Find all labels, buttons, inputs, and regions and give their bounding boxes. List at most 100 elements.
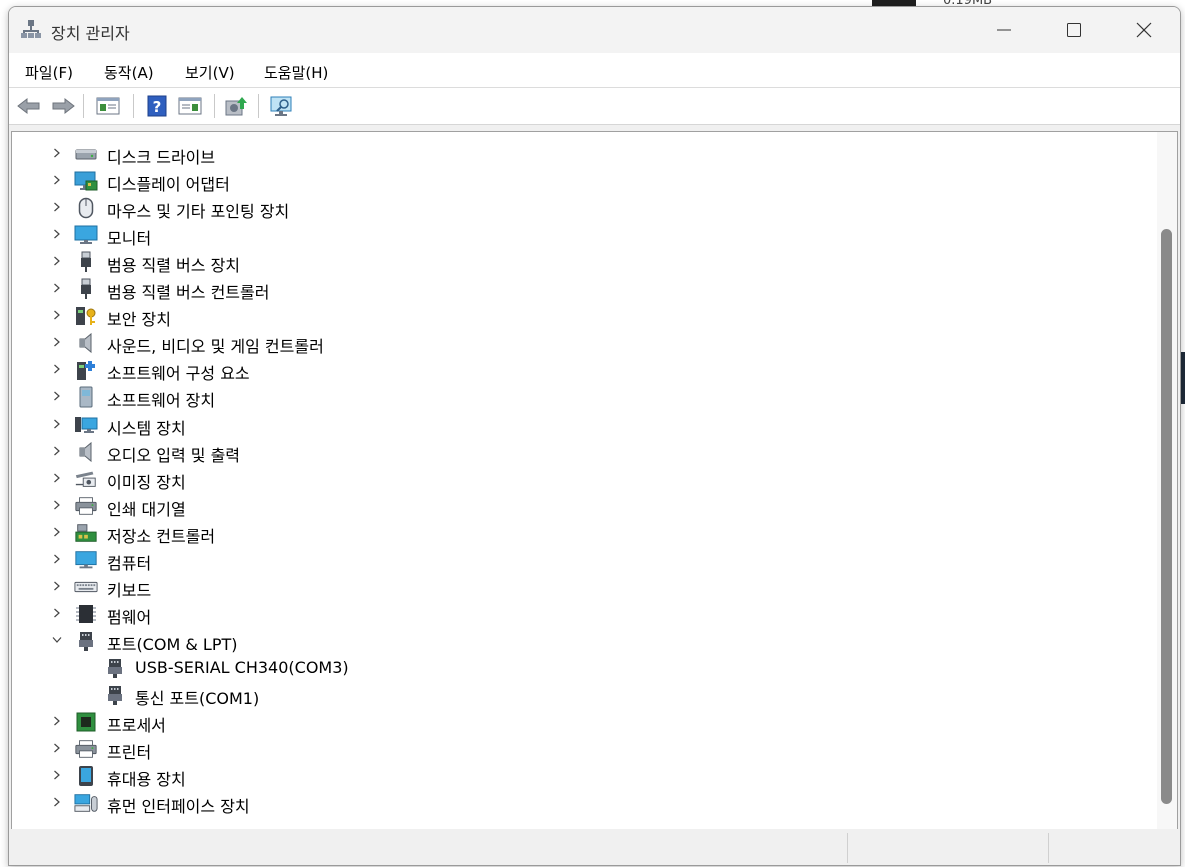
tree-item-label: 펌웨어	[107, 607, 152, 627]
tree-item-label: 디스크 드라이브	[107, 148, 216, 167]
chevron-right-icon[interactable]	[50, 444, 64, 458]
forward-arrow-icon	[52, 97, 75, 115]
vertical-scrollbar[interactable]	[1157, 132, 1177, 829]
update-driver-icon	[225, 97, 247, 116]
tree-category[interactable]: 소프트웨어 장치	[12, 384, 1152, 411]
show-hide-console-tree-button[interactable]	[95, 94, 121, 118]
scrollbar-thumb[interactable]	[1161, 229, 1172, 804]
back-button[interactable]	[16, 94, 42, 118]
help-icon: ?	[147, 95, 167, 117]
tree-item-label: 저장소 컨트롤러	[107, 526, 216, 546]
firmware-chip-icon	[74, 603, 98, 625]
chevron-right-icon[interactable]	[50, 362, 64, 376]
tree-category[interactable]: 펌웨어	[12, 601, 1152, 628]
tree-category[interactable]: 범용 직렬 버스 컨트롤러	[12, 276, 1152, 303]
tree-item-label: 사운드, 비디오 및 게임 컨트롤러	[107, 337, 324, 357]
tree-category[interactable]: 이미징 장치	[12, 466, 1152, 493]
properties-pane-button[interactable]	[177, 94, 203, 118]
toolbar-separator	[133, 94, 134, 118]
forward-button[interactable]	[50, 94, 76, 118]
tree-item-label: 소프트웨어 구성 요소	[107, 364, 250, 384]
chevron-right-icon[interactable]	[50, 579, 64, 593]
chevron-right-icon[interactable]	[50, 417, 64, 431]
device-tree[interactable]: 디스크 드라이브 디스플레이 어댑터 마우스 및 기타 포인팅 장치 모니터범용 직렬…	[11, 131, 1178, 830]
tree-category[interactable]: 프로세서	[12, 709, 1152, 736]
chevron-right-icon[interactable]	[50, 606, 64, 620]
chevron-right-icon[interactable]	[50, 768, 64, 782]
tree-device[interactable]: USB-SERIAL CH340(COM3)	[12, 655, 1152, 682]
tree-category[interactable]: 디스플레이 어댑터	[12, 168, 1152, 195]
maximize-button[interactable]	[1039, 7, 1109, 53]
tree-item-label: 인쇄 대기열	[107, 499, 186, 519]
tree-category[interactable]: 키보드	[12, 574, 1152, 601]
tree-category[interactable]: 프린터	[12, 736, 1152, 763]
tree-category[interactable]: 마우스 및 기타 포인팅 장치	[12, 195, 1152, 222]
tree-item-label: 범용 직렬 버스 컨트롤러	[107, 283, 270, 303]
title-bar[interactable]: 장치 관리자	[9, 7, 1180, 53]
computer-icon	[74, 549, 98, 571]
tree-item-label: 범용 직렬 버스 장치	[107, 256, 241, 276]
tree-item-label: 휴대용 장치	[107, 770, 186, 790]
chevron-down-icon[interactable]	[50, 633, 64, 647]
help-button[interactable]: ?	[144, 94, 170, 118]
chevron-right-icon[interactable]	[50, 146, 64, 160]
tree-category[interactable]: 모니터	[12, 222, 1152, 249]
chevron-right-icon[interactable]	[50, 741, 64, 755]
chevron-right-icon[interactable]	[50, 498, 64, 512]
tree-category[interactable]: 시스템 장치	[12, 412, 1152, 439]
scan-monitor-icon	[270, 96, 292, 116]
tree-category[interactable]: 사운드, 비디오 및 게임 컨트롤러	[12, 330, 1152, 357]
tree-category[interactable]: 휴먼 인터페이스 장치	[12, 790, 1152, 817]
chevron-right-icon[interactable]	[50, 525, 64, 539]
tree-category[interactable]: 범용 직렬 버스 장치	[12, 249, 1152, 276]
tree-category[interactable]: 오디오 입력 및 출력	[12, 439, 1152, 466]
device-manager-window: 장치 관리자 파일(F) 동작(A) 보기(V) 도움말(H) ? 디스크 드라…	[8, 6, 1181, 866]
tree-category[interactable]: 인쇄 대기열	[12, 493, 1152, 520]
chevron-right-icon[interactable]	[50, 389, 64, 403]
chevron-right-icon[interactable]	[50, 714, 64, 728]
tree-category[interactable]: 포트(COM & LPT)	[12, 628, 1152, 655]
mouse-icon	[74, 197, 98, 219]
chevron-right-icon[interactable]	[50, 335, 64, 349]
tree-category[interactable]: 디스크 드라이브	[12, 141, 1152, 168]
tree-item-label: 소프트웨어 장치	[107, 391, 216, 411]
menu-view[interactable]: 보기(V)	[185, 62, 235, 83]
speaker-icon	[74, 441, 98, 463]
chevron-right-icon[interactable]	[50, 552, 64, 566]
chevron-right-icon[interactable]	[50, 795, 64, 809]
close-icon	[1136, 22, 1152, 38]
tree-category[interactable]: 소프트웨어 구성 요소	[12, 357, 1152, 384]
tree-category[interactable]: 컴퓨터	[12, 547, 1152, 574]
chevron-right-icon[interactable]	[50, 200, 64, 214]
chevron-right-icon[interactable]	[50, 173, 64, 187]
status-cell	[1048, 833, 1179, 863]
printer-icon	[74, 495, 98, 517]
scan-hardware-button[interactable]	[269, 94, 295, 118]
tree-item-label: 이미징 장치	[107, 472, 186, 492]
menu-action[interactable]: 동작(A)	[104, 62, 154, 83]
tree-item-label: 보안 장치	[107, 310, 171, 330]
security-key-icon	[74, 305, 98, 327]
tree-item-label: 키보드	[107, 580, 152, 600]
usb-icon	[74, 251, 98, 273]
console-tree-icon	[96, 97, 120, 115]
back-arrow-icon	[17, 97, 40, 115]
chevron-right-icon[interactable]	[50, 227, 64, 241]
tree-item-label: 오디오 입력 및 출력	[107, 445, 241, 465]
menu-help[interactable]: 도움말(H)	[264, 62, 328, 83]
chevron-right-icon[interactable]	[50, 281, 64, 295]
close-button[interactable]	[1109, 7, 1179, 53]
maximize-icon	[1067, 23, 1081, 37]
tree-category[interactable]: 보안 장치	[12, 303, 1152, 330]
menu-file[interactable]: 파일(F)	[25, 62, 73, 83]
minimize-button[interactable]	[969, 7, 1039, 53]
chevron-right-icon[interactable]	[50, 254, 64, 268]
chevron-right-icon[interactable]	[50, 471, 64, 485]
status-cell	[847, 833, 1048, 863]
update-driver-button[interactable]	[223, 94, 249, 118]
tree-category[interactable]: 저장소 컨트롤러	[12, 520, 1152, 547]
chevron-right-icon[interactable]	[50, 308, 64, 322]
tree-device[interactable]: 통신 포트(COM1)	[12, 682, 1152, 709]
tree-category[interactable]: 휴대용 장치	[12, 763, 1152, 790]
tree-item-label: 시스템 장치	[107, 418, 186, 438]
